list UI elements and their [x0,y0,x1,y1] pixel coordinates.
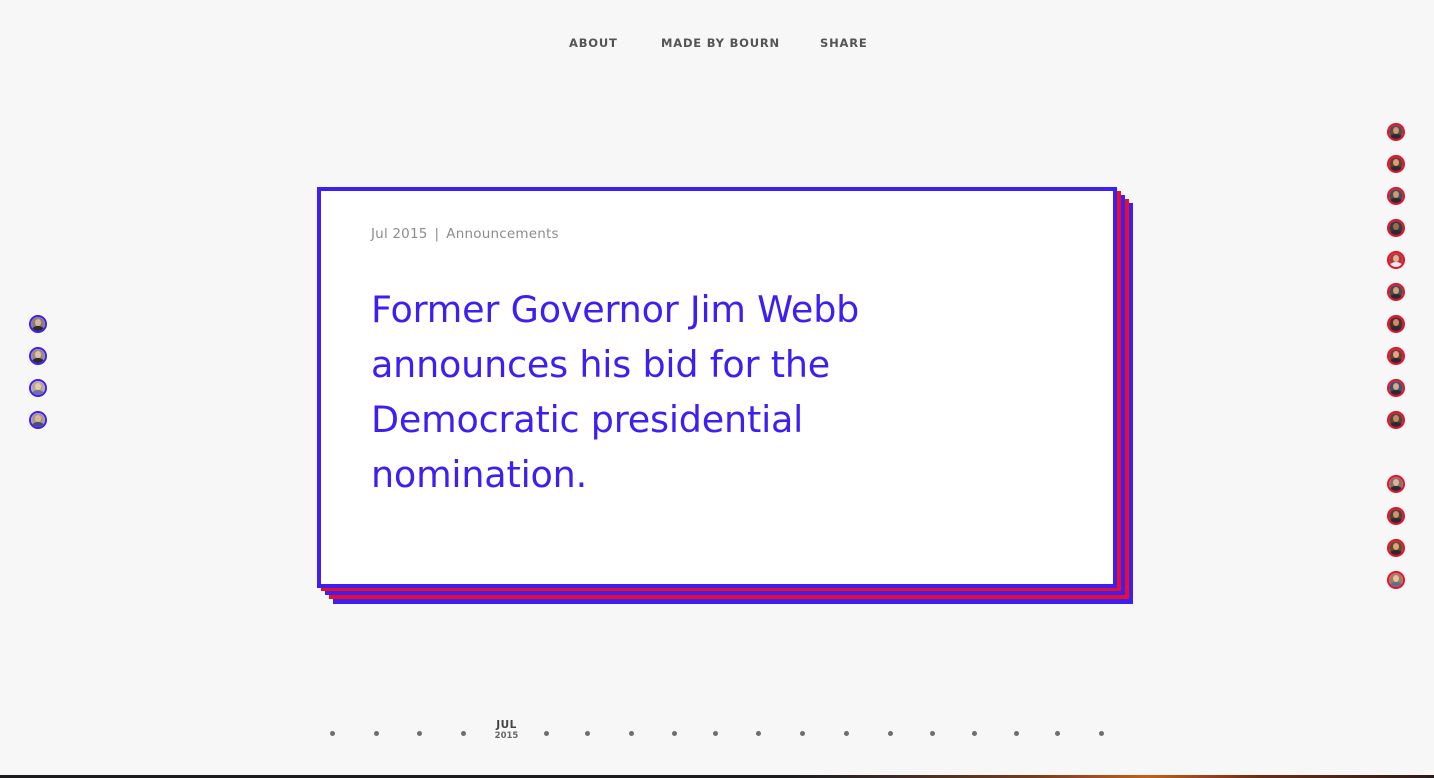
candidate-head-icon [1393,543,1399,550]
top-nav: ABOUT MADE BY BOURN SHARE [0,36,1434,52]
republican-candidate-avatar[interactable] [1387,155,1405,173]
democrat-candidate-avatar[interactable] [29,379,47,397]
candidate-head-icon [1393,223,1399,230]
republican-candidate-avatar[interactable] [1387,475,1405,493]
candidate-body-icon [1390,294,1402,299]
timeline: JUL 2015 [0,715,1434,745]
republican-candidate-avatar[interactable] [1387,123,1405,141]
candidate-head-icon [1393,479,1399,486]
candidate-body-icon [32,390,44,395]
event-date: Jul 2015 [371,226,428,242]
timeline-dot[interactable] [417,731,422,736]
candidate-body-icon [1390,390,1402,395]
candidate-body-icon [1390,582,1402,587]
timeline-dot[interactable] [585,731,590,736]
timeline-dot[interactable] [672,731,677,736]
republican-candidate-avatar[interactable] [1387,283,1405,301]
timeline-dot[interactable] [1014,731,1019,736]
republican-candidate-avatar[interactable] [1387,347,1405,365]
candidate-head-icon [35,351,41,358]
candidate-body-icon [1390,358,1402,363]
candidate-body-icon [32,422,44,427]
timeline-dot[interactable] [800,731,805,736]
timeline-dot[interactable] [713,731,718,736]
republican-candidate-avatar[interactable] [1387,187,1405,205]
candidate-body-icon [1390,134,1402,139]
nav-about-link[interactable]: ABOUT [569,36,618,50]
candidate-body-icon [1390,518,1402,523]
republican-candidate-avatar[interactable] [1387,571,1405,589]
candidate-head-icon [35,383,41,390]
candidate-head-icon [1393,575,1399,582]
democrat-candidate-avatar[interactable] [29,411,47,429]
nav-made-by-link[interactable]: MADE BY BOURN [661,36,780,50]
timeline-dot[interactable] [629,731,634,736]
timeline-dot[interactable] [930,731,935,736]
timeline-dot[interactable] [374,731,379,736]
timeline-dot[interactable] [544,731,549,736]
candidate-head-icon [35,415,41,422]
event-headline: Former Governor Jim Webb announces his b… [371,288,860,496]
candidate-body-icon [1390,166,1402,171]
timeline-dot[interactable] [844,731,849,736]
candidate-head-icon [1393,159,1399,166]
candidate-body-icon [32,358,44,363]
nav-share-link[interactable]: SHARE [820,36,868,50]
event-category[interactable]: Announcements [446,226,558,242]
timeline-dot[interactable] [756,731,761,736]
candidate-body-icon [1390,198,1402,203]
republican-candidate-avatar[interactable] [1387,507,1405,525]
event-card[interactable]: Jul 2015 | Announcements Former Governor J… [317,187,1117,588]
candidate-head-icon [1393,127,1399,134]
candidate-head-icon [1393,351,1399,358]
page: ABOUT MADE BY BOURN SHARE Jul 2015 | Ann… [0,0,1434,778]
timeline-current-year: 2015 [494,731,519,741]
candidate-body-icon [1390,326,1402,331]
democrat-candidate-avatar[interactable] [29,347,47,365]
candidate-head-icon [1393,287,1399,294]
republican-candidate-avatar[interactable] [1387,219,1405,237]
event-meta: Jul 2015 | Announcements [371,226,559,242]
candidate-head-icon [1393,511,1399,518]
candidate-body-icon [32,326,44,331]
republican-candidate-avatar[interactable] [1387,251,1405,269]
democrat-candidate-avatar[interactable] [29,315,47,333]
timeline-dot[interactable] [330,731,335,736]
timeline-dot[interactable] [461,731,466,736]
timeline-dot[interactable] [1055,731,1060,736]
republican-candidate-avatar[interactable] [1387,379,1405,397]
timeline-dot[interactable] [888,731,893,736]
candidate-head-icon [1393,255,1399,262]
republican-candidate-avatar[interactable] [1387,411,1405,429]
candidate-head-icon [1393,383,1399,390]
candidate-head-icon [1393,319,1399,326]
candidate-body-icon [1390,262,1402,267]
republican-candidate-avatar[interactable] [1387,539,1405,557]
candidate-body-icon [1390,230,1402,235]
republican-candidate-avatar[interactable] [1387,315,1405,333]
meta-separator: | [434,226,440,242]
timeline-dot[interactable] [1099,731,1104,736]
candidate-head-icon [1393,191,1399,198]
candidate-body-icon [1390,486,1402,491]
timeline-current-month: JUL [496,719,517,731]
candidate-head-icon [35,319,41,326]
timeline-current-marker[interactable]: JUL 2015 [490,719,523,742]
timeline-dot[interactable] [972,731,977,736]
candidate-body-icon [1390,550,1402,555]
candidate-head-icon [1393,415,1399,422]
candidate-body-icon [1390,422,1402,427]
